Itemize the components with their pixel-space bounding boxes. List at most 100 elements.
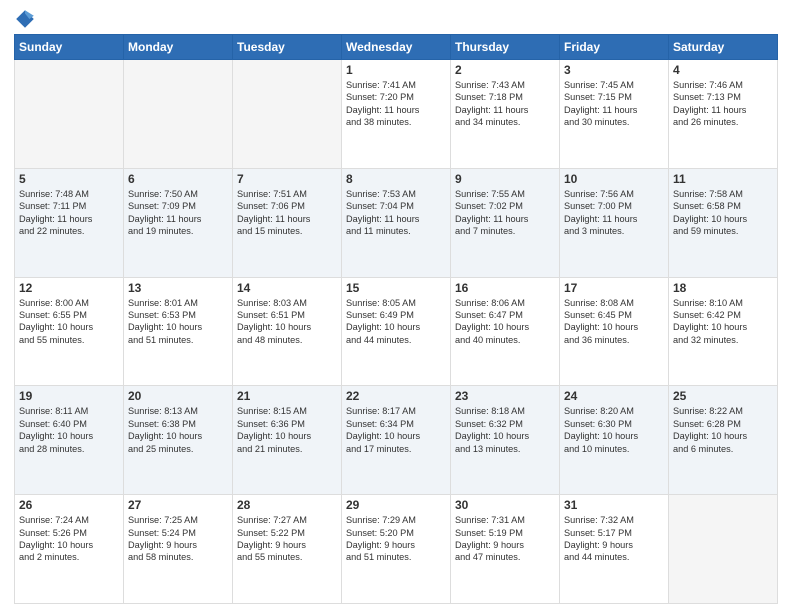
calendar-cell: 3 Sunrise: 7:45 AM Sunset: 7:15 PM Daylig… xyxy=(560,60,669,169)
calendar-cell: 20 Sunrise: 8:13 AM Sunset: 6:38 PM Dayli… xyxy=(124,386,233,495)
day-number: 7 xyxy=(237,172,337,186)
calendar-cell: 14 Sunrise: 8:03 AM Sunset: 6:51 PM Dayli… xyxy=(233,277,342,386)
day-number: 22 xyxy=(346,389,446,403)
cell-daylight-info: Sunrise: 7:45 AM Sunset: 7:15 PM Dayligh… xyxy=(564,79,664,129)
day-number: 5 xyxy=(19,172,119,186)
day-number: 18 xyxy=(673,281,773,295)
cell-daylight-info: Sunrise: 8:03 AM Sunset: 6:51 PM Dayligh… xyxy=(237,297,337,347)
cell-daylight-info: Sunrise: 7:27 AM Sunset: 5:22 PM Dayligh… xyxy=(237,514,337,564)
calendar-cell: 2 Sunrise: 7:43 AM Sunset: 7:18 PM Daylig… xyxy=(451,60,560,169)
day-number: 29 xyxy=(346,498,446,512)
day-number: 6 xyxy=(128,172,228,186)
header xyxy=(14,10,778,30)
calendar-cell: 21Sunrise: 8:15 AM Sunset: 6:36 PM Dayli… xyxy=(233,386,342,495)
calendar-day-header: Thursday xyxy=(451,35,560,60)
day-number: 8 xyxy=(346,172,446,186)
day-number: 16 xyxy=(455,281,555,295)
day-number: 1 xyxy=(346,63,446,77)
day-number: 13 xyxy=(128,281,228,295)
cell-daylight-info: Sunrise: 8:10 AM Sunset: 6:42 PM Dayligh… xyxy=(673,297,773,347)
cell-daylight-info: Sunrise: 7:58 AM Sunset: 6:58 PM Dayligh… xyxy=(673,188,773,238)
calendar-day-header: Friday xyxy=(560,35,669,60)
day-number: 14 xyxy=(237,281,337,295)
calendar-cell: 5 Sunrise: 7:48 AM Sunset: 7:11 PM Daylig… xyxy=(15,168,124,277)
calendar-week-row: 5 Sunrise: 7:48 AM Sunset: 7:11 PM Daylig… xyxy=(15,168,778,277)
day-number: 2 xyxy=(455,63,555,77)
calendar-cell: 12 Sunrise: 8:00 AM Sunset: 6:55 PM Dayli… xyxy=(15,277,124,386)
calendar-day-header: Monday xyxy=(124,35,233,60)
logo xyxy=(14,10,38,30)
cell-daylight-info: Sunrise: 8:13 AM Sunset: 6:38 PM Dayligh… xyxy=(128,405,228,455)
calendar-cell: 19 Sunrise: 8:11 AM Sunset: 6:40 PM Dayli… xyxy=(15,386,124,495)
page: SundayMondayTuesdayWednesdayThursdayFrid… xyxy=(0,0,792,612)
calendar-cell xyxy=(124,60,233,169)
calendar-cell xyxy=(15,60,124,169)
cell-daylight-info: Sunrise: 7:29 AM Sunset: 5:20 PM Dayligh… xyxy=(346,514,446,564)
day-number: 30 xyxy=(455,498,555,512)
day-number: 25 xyxy=(673,389,773,403)
cell-daylight-info: Sunrise: 7:24 AM Sunset: 5:26 PM Dayligh… xyxy=(19,514,119,564)
calendar-cell: 22 Sunrise: 8:17 AM Sunset: 6:34 PM Dayli… xyxy=(342,386,451,495)
calendar-week-row: 1 Sunrise: 7:41 AM Sunset: 7:20 PM Daylig… xyxy=(15,60,778,169)
calendar-cell: 4Sunrise: 7:46 AM Sunset: 7:13 PM Daylig… xyxy=(669,60,778,169)
cell-daylight-info: Sunrise: 7:56 AM Sunset: 7:00 PM Dayligh… xyxy=(564,188,664,238)
calendar-cell: 8 Sunrise: 7:53 AM Sunset: 7:04 PM Daylig… xyxy=(342,168,451,277)
calendar-cell: 23Sunrise: 8:18 AM Sunset: 6:32 PM Dayli… xyxy=(451,386,560,495)
cell-daylight-info: Sunrise: 7:43 AM Sunset: 7:18 PM Dayligh… xyxy=(455,79,555,129)
day-number: 10 xyxy=(564,172,664,186)
calendar-week-row: 26 Sunrise: 7:24 AM Sunset: 5:26 PM Dayli… xyxy=(15,495,778,604)
cell-daylight-info: Sunrise: 7:41 AM Sunset: 7:20 PM Dayligh… xyxy=(346,79,446,129)
calendar-day-header: Tuesday xyxy=(233,35,342,60)
day-number: 11 xyxy=(673,172,773,186)
calendar-header-row: SundayMondayTuesdayWednesdayThursdayFrid… xyxy=(15,35,778,60)
cell-daylight-info: Sunrise: 8:06 AM Sunset: 6:47 PM Dayligh… xyxy=(455,297,555,347)
cell-daylight-info: Sunrise: 7:25 AM Sunset: 5:24 PM Dayligh… xyxy=(128,514,228,564)
cell-daylight-info: Sunrise: 8:00 AM Sunset: 6:55 PM Dayligh… xyxy=(19,297,119,347)
day-number: 20 xyxy=(128,389,228,403)
cell-daylight-info: Sunrise: 7:31 AM Sunset: 5:19 PM Dayligh… xyxy=(455,514,555,564)
cell-daylight-info: Sunrise: 8:08 AM Sunset: 6:45 PM Dayligh… xyxy=(564,297,664,347)
day-number: 27 xyxy=(128,498,228,512)
cell-daylight-info: Sunrise: 7:51 AM Sunset: 7:06 PM Dayligh… xyxy=(237,188,337,238)
calendar-cell: 30 Sunrise: 7:31 AM Sunset: 5:19 PM Dayli… xyxy=(451,495,560,604)
calendar-cell: 27 Sunrise: 7:25 AM Sunset: 5:24 PM Dayli… xyxy=(124,495,233,604)
day-number: 26 xyxy=(19,498,119,512)
cell-daylight-info: Sunrise: 8:17 AM Sunset: 6:34 PM Dayligh… xyxy=(346,405,446,455)
logo-icon xyxy=(14,8,36,30)
calendar-cell: 31 Sunrise: 7:32 AM Sunset: 5:17 PM Dayli… xyxy=(560,495,669,604)
day-number: 3 xyxy=(564,63,664,77)
calendar-day-header: Sunday xyxy=(15,35,124,60)
calendar-cell: 25 Sunrise: 8:22 AM Sunset: 6:28 PM Dayli… xyxy=(669,386,778,495)
calendar-table: SundayMondayTuesdayWednesdayThursdayFrid… xyxy=(14,34,778,604)
calendar-cell: 26 Sunrise: 7:24 AM Sunset: 5:26 PM Dayli… xyxy=(15,495,124,604)
cell-daylight-info: Sunrise: 8:01 AM Sunset: 6:53 PM Dayligh… xyxy=(128,297,228,347)
calendar-cell xyxy=(669,495,778,604)
calendar-cell: 13 Sunrise: 8:01 AM Sunset: 6:53 PM Dayli… xyxy=(124,277,233,386)
day-number: 31 xyxy=(564,498,664,512)
cell-daylight-info: Sunrise: 7:55 AM Sunset: 7:02 PM Dayligh… xyxy=(455,188,555,238)
calendar-day-header: Wednesday xyxy=(342,35,451,60)
day-number: 24 xyxy=(564,389,664,403)
cell-daylight-info: Sunrise: 7:53 AM Sunset: 7:04 PM Dayligh… xyxy=(346,188,446,238)
cell-daylight-info: Sunrise: 8:18 AM Sunset: 6:32 PM Dayligh… xyxy=(455,405,555,455)
cell-daylight-info: Sunrise: 7:48 AM Sunset: 7:11 PM Dayligh… xyxy=(19,188,119,238)
day-number: 28 xyxy=(237,498,337,512)
calendar-cell: 18 Sunrise: 8:10 AM Sunset: 6:42 PM Dayli… xyxy=(669,277,778,386)
calendar-day-header: Saturday xyxy=(669,35,778,60)
day-number: 17 xyxy=(564,281,664,295)
calendar-cell: 15Sunrise: 8:05 AM Sunset: 6:49 PM Dayli… xyxy=(342,277,451,386)
calendar-cell: 17 Sunrise: 8:08 AM Sunset: 6:45 PM Dayli… xyxy=(560,277,669,386)
cell-daylight-info: Sunrise: 8:22 AM Sunset: 6:28 PM Dayligh… xyxy=(673,405,773,455)
cell-daylight-info: Sunrise: 8:11 AM Sunset: 6:40 PM Dayligh… xyxy=(19,405,119,455)
calendar-cell: 9Sunrise: 7:55 AM Sunset: 7:02 PM Daylig… xyxy=(451,168,560,277)
calendar-cell: 10 Sunrise: 7:56 AM Sunset: 7:00 PM Dayli… xyxy=(560,168,669,277)
calendar-cell: 7 Sunrise: 7:51 AM Sunset: 7:06 PM Daylig… xyxy=(233,168,342,277)
calendar-cell: 6 Sunrise: 7:50 AM Sunset: 7:09 PM Daylig… xyxy=(124,168,233,277)
cell-daylight-info: Sunrise: 7:50 AM Sunset: 7:09 PM Dayligh… xyxy=(128,188,228,238)
cell-daylight-info: Sunrise: 8:15 AM Sunset: 6:36 PM Dayligh… xyxy=(237,405,337,455)
day-number: 19 xyxy=(19,389,119,403)
calendar-week-row: 12 Sunrise: 8:00 AM Sunset: 6:55 PM Dayli… xyxy=(15,277,778,386)
cell-daylight-info: Sunrise: 7:32 AM Sunset: 5:17 PM Dayligh… xyxy=(564,514,664,564)
calendar-week-row: 19 Sunrise: 8:11 AM Sunset: 6:40 PM Dayli… xyxy=(15,386,778,495)
day-number: 12 xyxy=(19,281,119,295)
